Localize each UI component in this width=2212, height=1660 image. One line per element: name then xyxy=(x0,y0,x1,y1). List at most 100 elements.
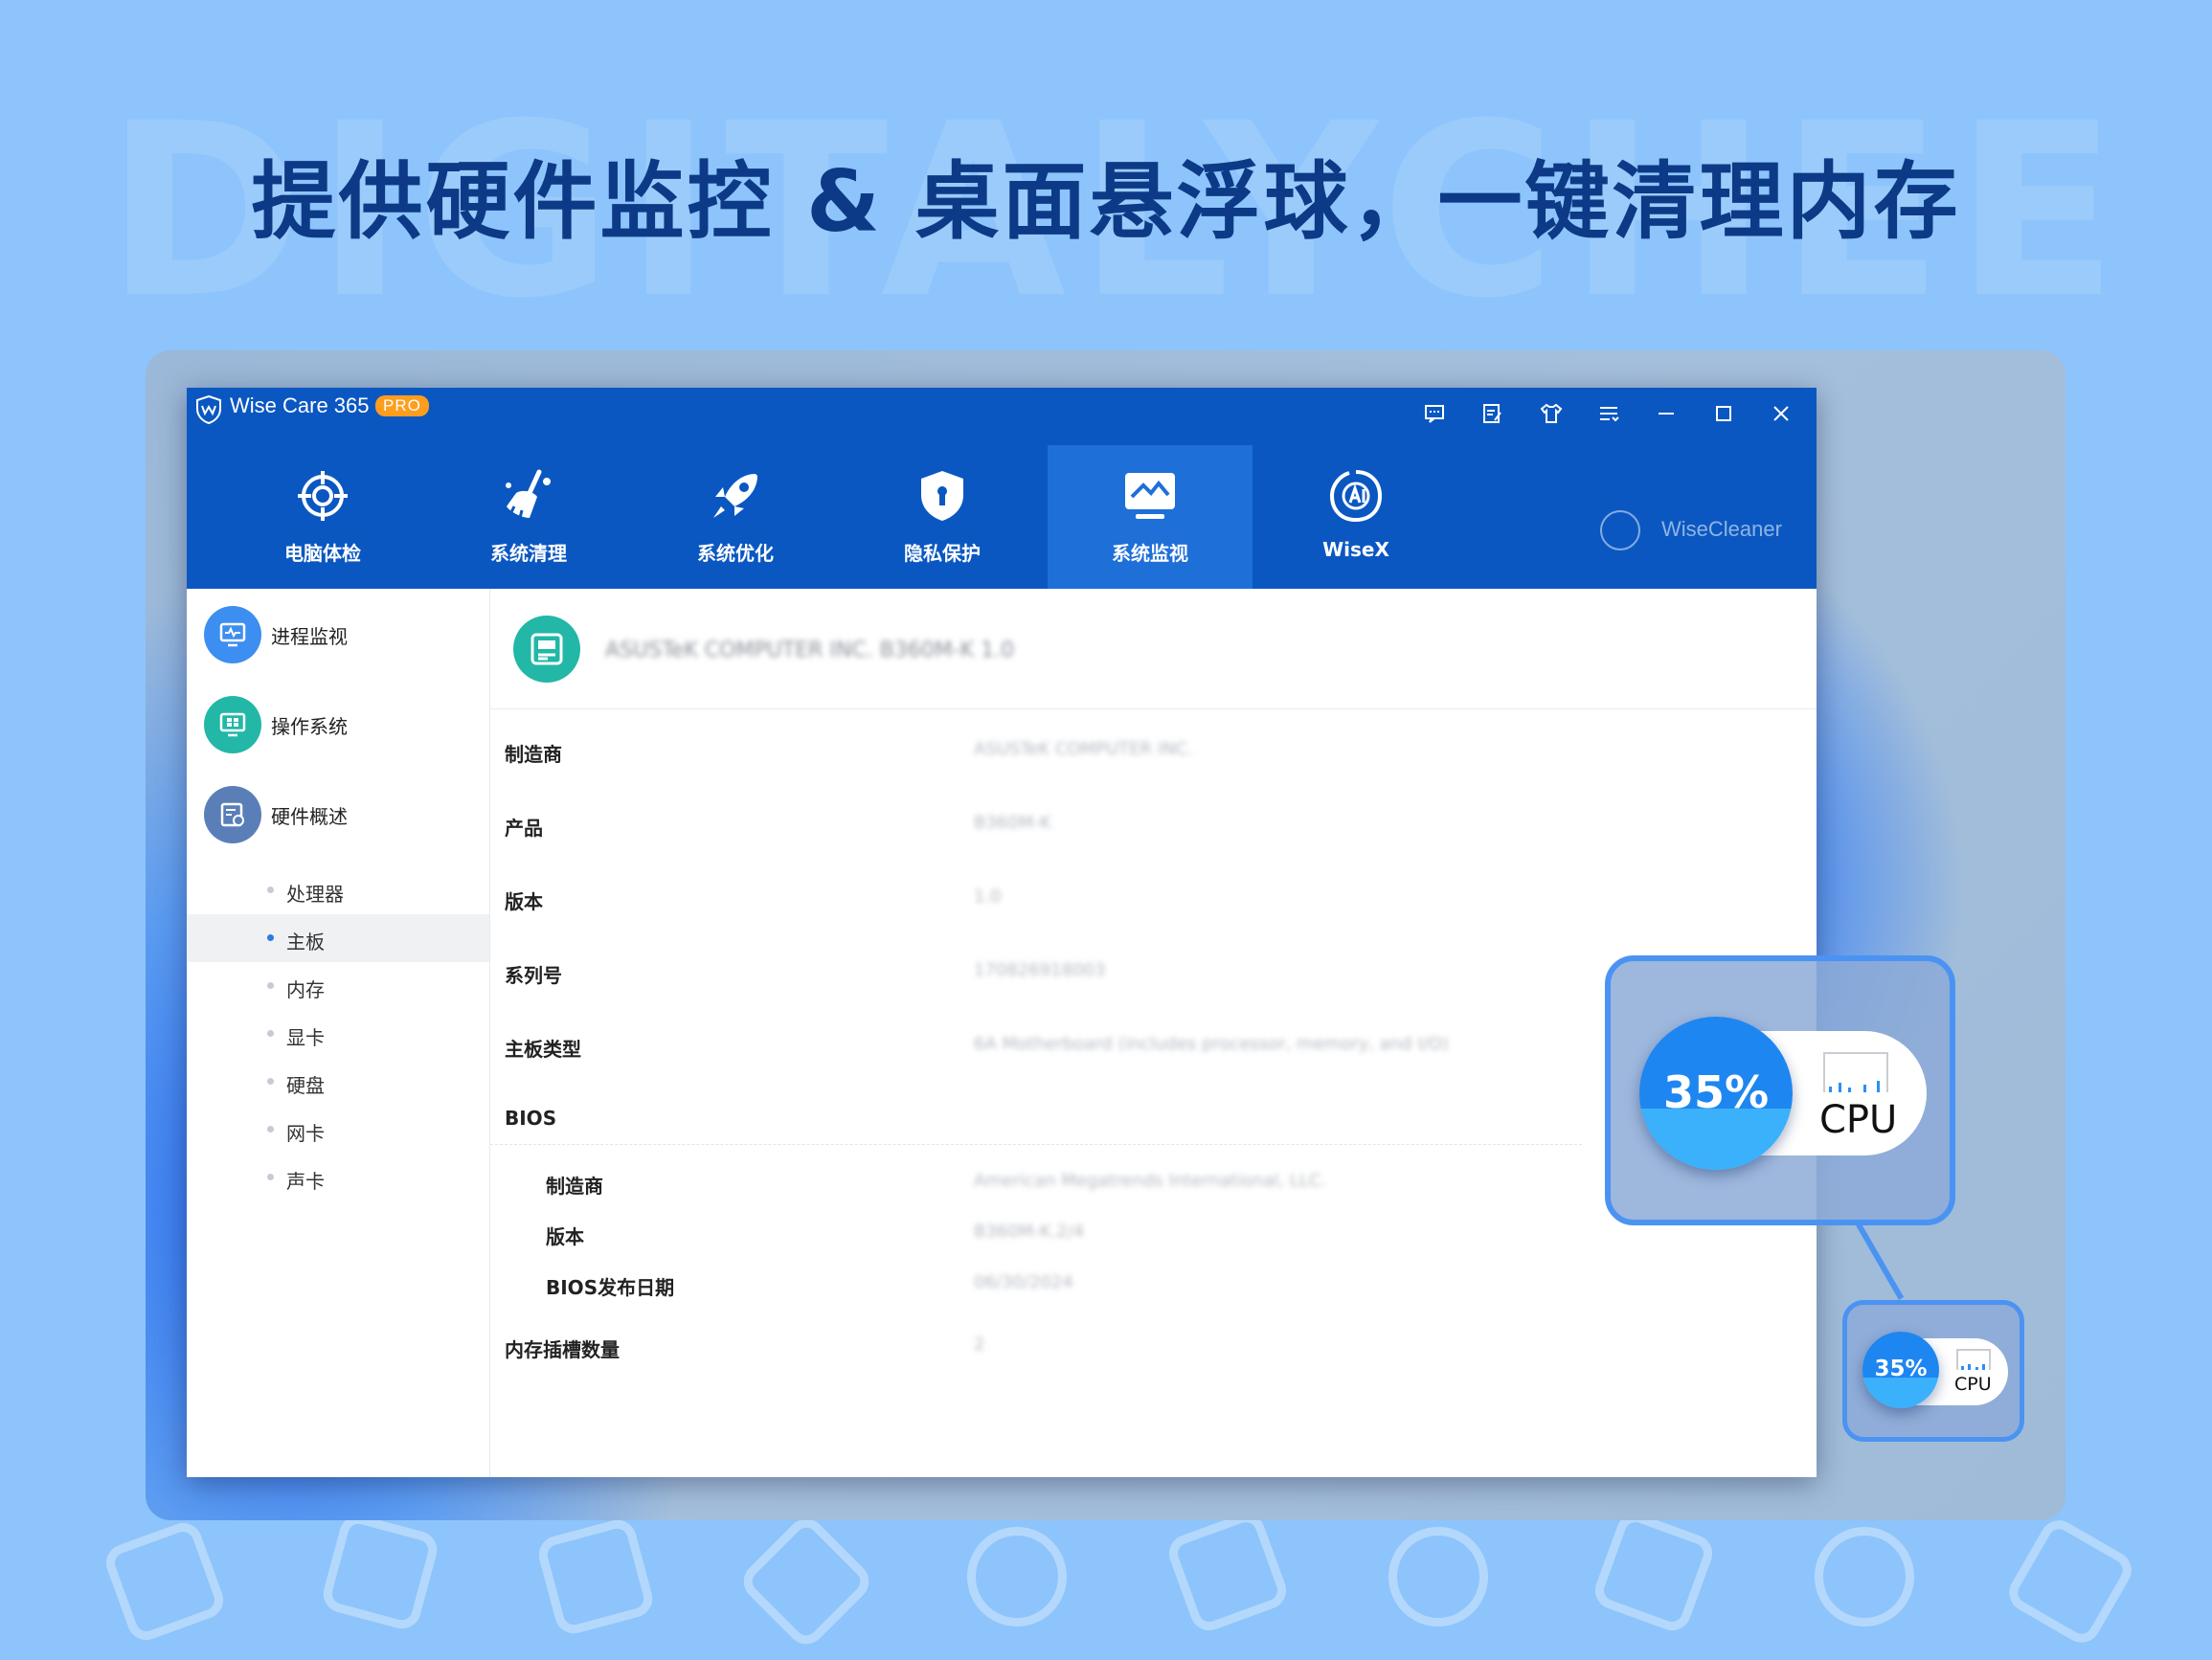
decor-usb-icon xyxy=(319,1511,441,1633)
sidebar-subitem-graphics[interactable]: 显卡 xyxy=(187,1010,489,1058)
prop-label-version: 版本 xyxy=(505,890,543,913)
sidebar-subitem-label: 声卡 xyxy=(286,1170,325,1193)
cpu-label: CPU xyxy=(1819,1098,1898,1142)
sidebar-subitem-motherboard[interactable]: 主板 xyxy=(187,914,489,962)
content-header: ASUSTeK COMPUTER INC. B360M-K 1.0 xyxy=(490,589,1817,709)
bullet-icon xyxy=(267,1030,274,1037)
windows-os-icon xyxy=(204,696,261,753)
broom-icon xyxy=(506,469,551,519)
prop-value-board-type: 6A Motherboard (includes processor, memo… xyxy=(974,1034,1449,1054)
tab-system-optimize[interactable]: 系统优化 xyxy=(633,445,838,589)
skin-icon[interactable] xyxy=(1537,399,1566,428)
monitor-icon xyxy=(1125,473,1175,519)
tab-label: 系统清理 xyxy=(490,542,567,565)
sidebar-subitem-label: 网卡 xyxy=(286,1122,325,1145)
cpu-graph-icon xyxy=(1823,1052,1888,1092)
sidebar-subitem-network[interactable]: 网卡 xyxy=(187,1106,489,1154)
bullet-icon xyxy=(267,1126,274,1133)
tab-label: WiseX xyxy=(1322,538,1389,561)
motherboard-model: ASUSTeK COMPUTER INC. B360M-K 1.0 xyxy=(605,639,1015,662)
decor-glasses-icon xyxy=(1388,1527,1488,1626)
tab-label: 系统监视 xyxy=(1112,542,1188,565)
bullet-icon xyxy=(267,934,274,941)
bios-label-version: 版本 xyxy=(546,1225,584,1248)
cpu-percent-small: 35% xyxy=(1874,1357,1928,1381)
bullet-icon xyxy=(267,982,274,989)
bios-label-manufacturer: 制造商 xyxy=(546,1175,603,1198)
wisex-icon xyxy=(1329,470,1383,522)
maximize-icon[interactable] xyxy=(1709,399,1738,428)
bios-value-release-date: 06/30/2024 xyxy=(974,1272,1073,1292)
decor-network-icon xyxy=(735,1511,877,1652)
tab-label: 隐私保护 xyxy=(904,542,981,565)
process-monitor-icon xyxy=(204,606,261,663)
decor-key-icon xyxy=(1815,1527,1914,1626)
prop-value-version: 1.0 xyxy=(974,886,1002,907)
tab-label: 电脑体检 xyxy=(284,542,361,565)
shield-icon xyxy=(921,471,963,521)
sidebar-subitem-label: 主板 xyxy=(286,931,325,953)
prop-value-manufacturer: ASUSTeK COMPUTER INC. xyxy=(974,739,1193,759)
feedback-icon[interactable] xyxy=(1420,399,1449,428)
tab-privacy[interactable]: 隐私保护 xyxy=(840,445,1045,589)
prop-label-bios: BIOS xyxy=(505,1107,557,1130)
tab-system-monitor[interactable]: 系统监视 xyxy=(1048,445,1253,589)
prop-label-serial: 系列号 xyxy=(505,964,562,987)
sidebar-item-process-monitor[interactable]: 进程监视 xyxy=(204,606,482,663)
sidebar: 进程监视 操作系统 硬件概述 处理器 主板 内存 显卡 硬盘 网卡 声卡 xyxy=(187,589,490,1477)
decor-lock-icon xyxy=(534,1515,657,1638)
close-icon[interactable] xyxy=(1767,399,1795,428)
hardware-icon xyxy=(204,786,261,843)
minimize-icon[interactable] xyxy=(1652,399,1681,428)
sidebar-item-hardware-overview[interactable]: 硬件概述 xyxy=(204,786,482,843)
cpu-percent: 35% xyxy=(1662,1066,1770,1118)
cpu-graph-icon-small xyxy=(1956,1349,1991,1370)
bios-value-version: B360M-K.2/4 xyxy=(974,1222,1085,1242)
tab-label: 系统优化 xyxy=(697,542,774,565)
prop-label-memory-slots: 内存插槽数量 xyxy=(505,1338,620,1361)
tab-pc-checkup[interactable]: 电脑体检 xyxy=(220,445,425,589)
prop-label-board-type: 主板类型 xyxy=(505,1038,581,1061)
tab-system-clean[interactable]: 系统清理 xyxy=(426,445,631,589)
prop-label-manufacturer: 制造商 xyxy=(505,743,562,766)
app-logo-icon xyxy=(196,395,221,424)
bullet-icon xyxy=(267,1078,274,1085)
decor-trophy-icon xyxy=(1590,1508,1718,1636)
sidebar-subitem-label: 显卡 xyxy=(286,1026,325,1049)
prop-label-product: 产品 xyxy=(505,817,543,840)
page-headline: 提供硬件监控 & 桌面悬浮球，一键清理内存 xyxy=(251,152,1961,251)
decor-command-icon xyxy=(967,1527,1067,1626)
notes-icon[interactable] xyxy=(1478,399,1506,428)
sidebar-subitem-label: 硬盘 xyxy=(286,1074,325,1097)
motherboard-icon xyxy=(513,616,580,683)
decor-wifi-icon xyxy=(101,1517,229,1646)
prop-value-memory-slots: 2 xyxy=(974,1335,985,1355)
sidebar-subitem-audio[interactable]: 声卡 xyxy=(187,1154,489,1201)
app-title: Wise Care 365 xyxy=(230,393,370,417)
cpu-usage-ball-small[interactable]: 35% xyxy=(1862,1332,1939,1408)
bios-label-release-date: BIOS发布日期 xyxy=(546,1276,675,1299)
menu-icon[interactable] xyxy=(1594,399,1623,428)
app-window: Wise Care 365 PRO 电脑体检 系统清理 系统优化 隐私保护 系统… xyxy=(187,388,1817,1477)
floating-monitor-zoom: 35% CPU xyxy=(1605,955,1955,1225)
cpu-usage-ball[interactable]: 35% xyxy=(1639,1017,1793,1170)
bios-value-manufacturer: American Megatrends International, LLC. xyxy=(974,1171,1327,1191)
cpu-label-small: CPU xyxy=(1954,1374,1992,1395)
sidebar-subitem-memory[interactable]: 内存 xyxy=(187,962,489,1010)
bullet-icon xyxy=(267,1174,274,1180)
bullet-icon xyxy=(267,886,274,893)
sidebar-subitem-disk[interactable]: 硬盘 xyxy=(187,1058,489,1106)
tab-wisex[interactable]: WiseX xyxy=(1253,445,1458,589)
rocket-icon xyxy=(713,474,757,518)
sidebar-subitem-label: 处理器 xyxy=(286,883,344,906)
target-icon xyxy=(298,471,348,521)
pro-badge: PRO xyxy=(375,395,429,416)
sidebar-item-operating-system[interactable]: 操作系统 xyxy=(204,696,482,753)
sidebar-item-label: 操作系统 xyxy=(271,715,348,738)
brand-name: WiseCleaner xyxy=(1661,517,1782,541)
sidebar-item-label: 进程监视 xyxy=(271,625,348,648)
prop-value-product: B360M-K xyxy=(974,813,1051,833)
bios-divider xyxy=(490,1144,1582,1145)
title-bar: Wise Care 365 PRO 电脑体检 系统清理 系统优化 隐私保护 系统… xyxy=(187,388,1817,589)
sidebar-subitem-processor[interactable]: 处理器 xyxy=(187,866,489,914)
